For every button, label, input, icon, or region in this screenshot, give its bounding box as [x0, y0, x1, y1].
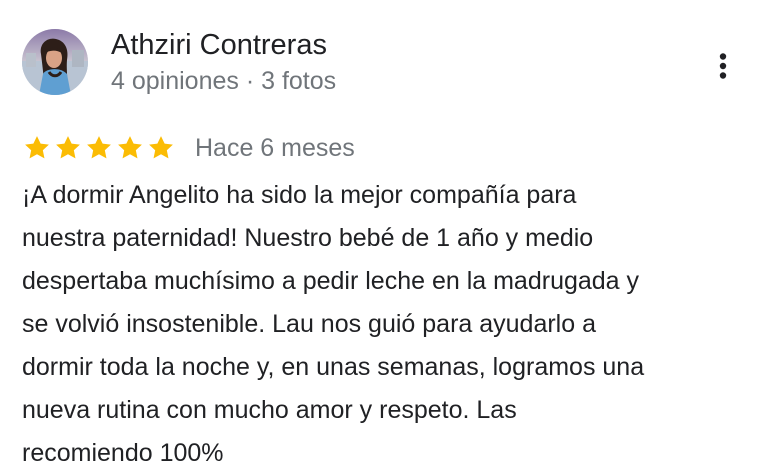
reviewer-name[interactable]: Athziri Contreras: [111, 28, 327, 62]
star-icon: [25, 136, 49, 159]
star-icon: [87, 136, 111, 159]
star-icon: [56, 136, 80, 159]
star-icon: [118, 136, 142, 159]
reviewer-avatar[interactable]: [22, 29, 88, 95]
review-date: Hace 6 meses: [195, 134, 355, 162]
star-rating: [22, 134, 176, 162]
review-card: Athziri Contreras 4 opiniones · 3 fotos …: [0, 0, 766, 476]
review-text: ¡A dormir Angelito ha sido la mejor comp…: [22, 181, 645, 467]
more-vertical-icon: [719, 53, 727, 79]
avatar-photo: [22, 29, 88, 95]
reviewer-stats: 4 opiniones · 3 fotos: [111, 67, 337, 95]
more-options-button[interactable]: [705, 46, 741, 86]
star-icon: [149, 136, 173, 159]
